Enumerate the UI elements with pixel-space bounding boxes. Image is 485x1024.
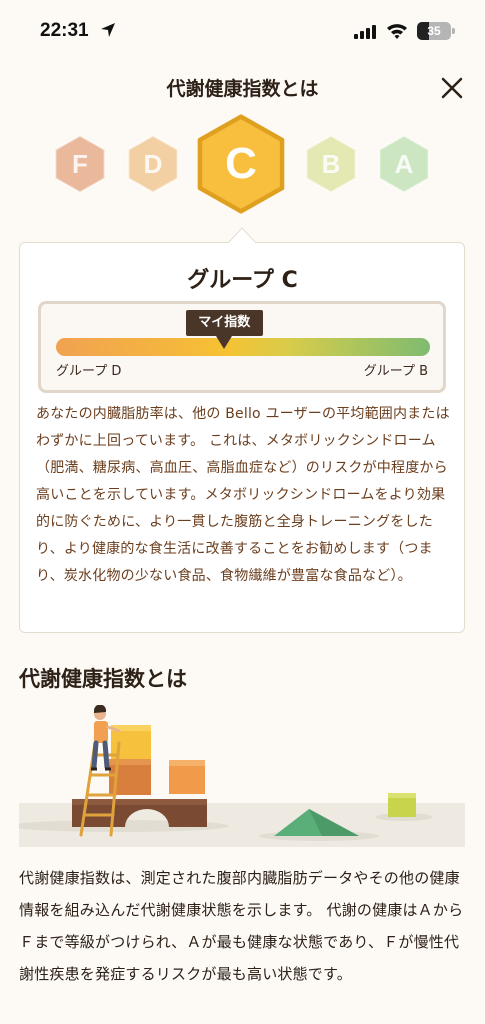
- grade-letter: B: [321, 148, 341, 179]
- wifi-icon: [386, 22, 408, 44]
- my-index-tag: マイ指数: [185, 310, 263, 336]
- grade-hexagon-a[interactable]: A: [377, 134, 431, 194]
- grade-letter: C: [225, 139, 257, 188]
- battery-icon: 35: [417, 22, 455, 40]
- page-title: 代謝健康指数とは: [166, 78, 319, 100]
- card-title: グループ C: [187, 268, 298, 293]
- card-pointer: [228, 227, 256, 244]
- gauge-bar: [56, 338, 430, 356]
- status-bar: 22:31 35: [0, 0, 485, 62]
- status-time: 22:31: [40, 20, 89, 41]
- grade-hexagon-d[interactable]: D: [126, 134, 180, 194]
- section-description: 代謝健康指数は、測定された腹部内臓脂肪データやその他の健康情報を組み込んだ代謝健…: [19, 869, 464, 983]
- location-arrow-icon: [100, 22, 116, 42]
- close-icon: [441, 77, 463, 99]
- grade-letter: A: [394, 148, 414, 179]
- battery-level: 35: [427, 24, 441, 38]
- card-description: あなたの内臓脂肪率は、他の Bello ユーザーの平均範囲内またはわずかに上回っ…: [36, 406, 450, 584]
- close-button[interactable]: [434, 70, 470, 106]
- gauge-right-label: グループ B: [363, 364, 428, 379]
- grade-letter: F: [72, 148, 88, 179]
- illustration-image: [9, 704, 465, 847]
- grade-hexagon-c[interactable]: C: [196, 114, 286, 214]
- gauge-left-label: グループ D: [56, 364, 122, 379]
- grade-hexagon-f[interactable]: F: [53, 134, 107, 194]
- section-title: 代謝健康指数とは: [19, 667, 187, 691]
- my-index-marker-icon: [216, 336, 233, 349]
- grade-hexagon-b[interactable]: B: [304, 134, 358, 194]
- cellular-signal-icon: [354, 24, 378, 43]
- grade-letter: D: [143, 148, 163, 179]
